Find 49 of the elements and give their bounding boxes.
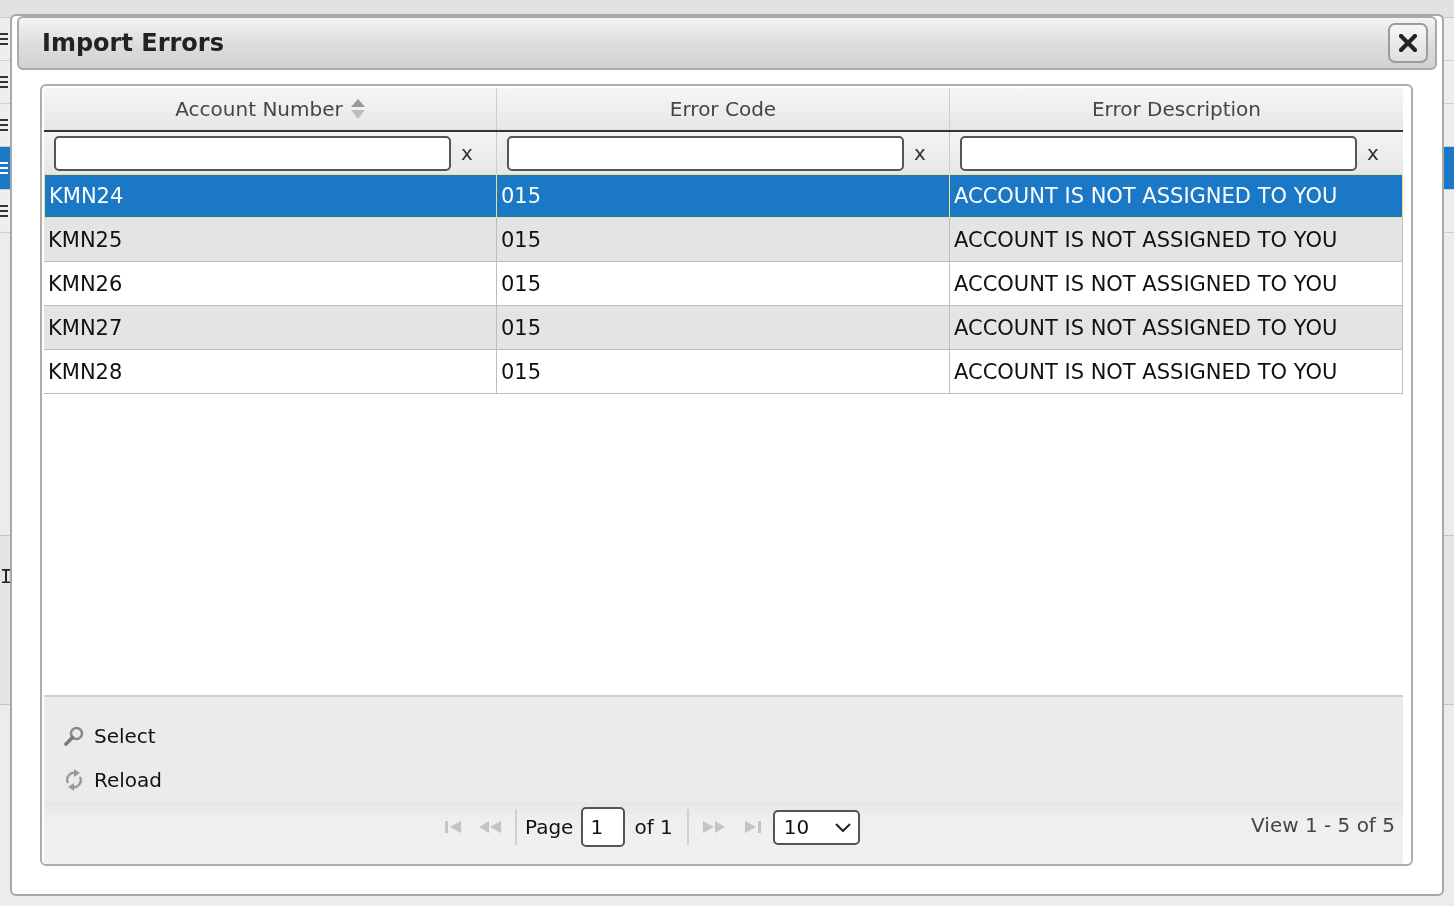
column-header[interactable]: Error Code	[497, 88, 950, 130]
table-cell: 015	[497, 218, 950, 261]
table-cell: ACCOUNT IS NOT ASSIGNED TO YOU	[950, 350, 1403, 393]
record-count-text: View 1 - 5 of 5	[1251, 813, 1396, 837]
dialog-title: Import Errors	[42, 29, 224, 57]
filter-field[interactable]	[960, 135, 1357, 171]
background-text: I	[0, 564, 13, 588]
page-number-field[interactable]: 1	[581, 807, 626, 847]
lines-icon	[0, 76, 8, 88]
table-cell: ACCOUNT IS NOT ASSIGNED TO YOU	[950, 306, 1403, 349]
column-header[interactable]: Error Description	[950, 88, 1403, 130]
page-size-select[interactable]: 10	[772, 809, 860, 845]
table-cell: 015	[497, 306, 950, 349]
table-row[interactable]: KMN24 015 ACCOUNT IS NOT ASSIGNED TO YOU	[44, 174, 1403, 218]
table-cell: 015	[497, 175, 950, 217]
lines-icon	[0, 119, 8, 131]
table-cell: KMN27	[44, 306, 497, 349]
table-row[interactable]: KMN28 015 ACCOUNT IS NOT ASSIGNED TO YOU	[44, 350, 1403, 394]
clear-filter-button[interactable]: x	[910, 141, 930, 165]
lines-icon	[0, 33, 8, 45]
page-label: Page	[525, 815, 574, 839]
table-row[interactable]: KMN26 015 ACCOUNT IS NOT ASSIGNED TO YOU	[44, 262, 1403, 306]
close-icon	[1399, 34, 1417, 52]
table-cell: KMN26	[44, 262, 497, 305]
table-cell: 015	[497, 262, 950, 305]
filter-field[interactable]	[507, 135, 904, 171]
sort-icon	[350, 99, 365, 119]
table-row[interactable]: KMN27 015 ACCOUNT IS NOT ASSIGNED TO YOU	[44, 306, 1403, 350]
lines-icon	[0, 162, 8, 174]
lines-icon	[0, 205, 8, 217]
clear-filter-button[interactable]: x	[1363, 141, 1383, 165]
filter-field[interactable]	[54, 135, 451, 171]
clear-filter-button[interactable]: x	[457, 141, 477, 165]
table-cell: ACCOUNT IS NOT ASSIGNED TO YOU	[950, 262, 1403, 305]
table-cell: ACCOUNT IS NOT ASSIGNED TO YOU	[950, 175, 1403, 217]
table-cell: 015	[497, 350, 950, 393]
page-count-text: of 1	[634, 815, 673, 839]
table-cell: KMN25	[44, 218, 497, 261]
table-cell: KMN28	[44, 350, 497, 393]
chevron-down-icon	[834, 822, 851, 832]
table-row[interactable]: KMN25 015 ACCOUNT IS NOT ASSIGNED TO YOU	[44, 218, 1403, 262]
search-icon	[64, 726, 84, 746]
close-button[interactable]	[1388, 23, 1428, 63]
reload-button[interactable]: Reload	[64, 758, 163, 802]
table-cell: KMN24	[44, 175, 497, 217]
select-button[interactable]: Select	[64, 714, 156, 758]
column-header[interactable]: Account Number	[44, 88, 497, 130]
reload-icon	[64, 769, 84, 791]
table-cell: ACCOUNT IS NOT ASSIGNED TO YOU	[950, 218, 1403, 261]
